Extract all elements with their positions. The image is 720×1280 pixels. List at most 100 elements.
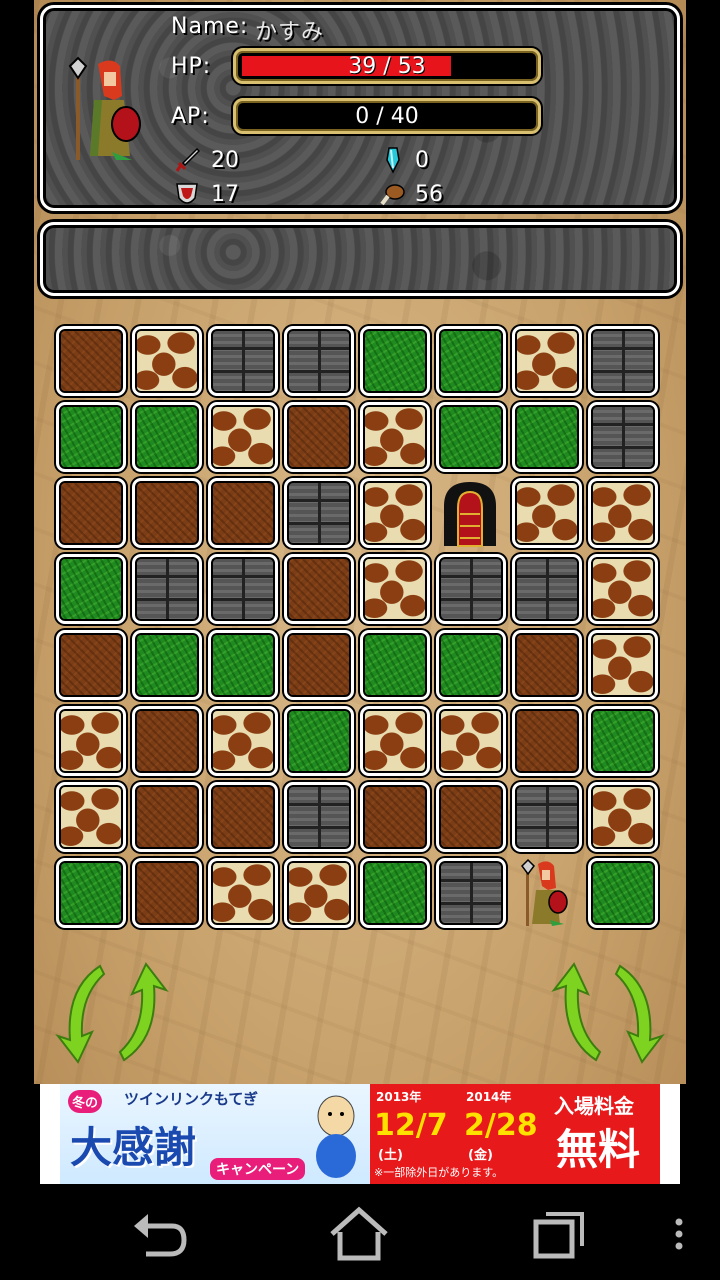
name-label: Name:: [171, 14, 249, 39]
tile-grass[interactable]: [360, 326, 430, 396]
tile-stone[interactable]: [512, 554, 582, 624]
tile-grass[interactable]: [132, 402, 202, 472]
tile-grass[interactable]: [56, 554, 126, 624]
tile-spots[interactable]: [512, 326, 582, 396]
tile-dirt[interactable]: [284, 554, 354, 624]
message-panel: [40, 222, 680, 296]
tile-spots[interactable]: [208, 706, 278, 776]
hp-value: 39 / 53: [348, 54, 426, 79]
tile-dirt[interactable]: [284, 402, 354, 472]
tile-stone[interactable]: [208, 326, 278, 396]
tile-dirt[interactable]: [56, 326, 126, 396]
tile-dirt[interactable]: [512, 630, 582, 700]
door-icon: [444, 482, 496, 547]
tile-spots[interactable]: [436, 706, 506, 776]
tile-spots[interactable]: [56, 782, 126, 852]
rotate-right-button[interactable]: [548, 958, 668, 1068]
tile-dirt[interactable]: [56, 478, 126, 548]
tile-grass[interactable]: [436, 326, 506, 396]
tile-dirt[interactable]: [208, 782, 278, 852]
tile-stone[interactable]: [588, 326, 658, 396]
tile-dirt[interactable]: [56, 630, 126, 700]
home-button[interactable]: [324, 1204, 394, 1264]
tile-grass[interactable]: [436, 630, 506, 700]
tile-dirt[interactable]: [284, 630, 354, 700]
hp-label: HP:: [171, 54, 212, 79]
tile-stone[interactable]: [512, 782, 582, 852]
tile-grass[interactable]: [284, 706, 354, 776]
tile-grass[interactable]: [56, 402, 126, 472]
ad-badge: 冬の: [68, 1090, 103, 1113]
back-button[interactable]: [124, 1204, 194, 1264]
overflow-menu-icon[interactable]: [664, 1204, 694, 1264]
tile-spots[interactable]: [208, 858, 278, 928]
food-icon: [380, 184, 405, 206]
ad-date-start: 12/7: [374, 1108, 448, 1143]
tile-spots[interactable]: [208, 402, 278, 472]
tile-dirt[interactable]: [132, 782, 202, 852]
ad-right-main: 無料: [556, 1125, 641, 1174]
ad-banner[interactable]: ツインリンクもてぎ 冬の 大感謝 キャンペーン 2013年 12/7 (土) 2…: [40, 1084, 680, 1184]
tile-dirt[interactable]: [512, 706, 582, 776]
ad-date-end: 2/28: [464, 1108, 538, 1143]
tile-grass[interactable]: [360, 858, 430, 928]
tile-grass[interactable]: [588, 706, 658, 776]
tile-grass[interactable]: [132, 630, 202, 700]
ad-day-start: (土): [378, 1148, 403, 1163]
tile-dirt[interactable]: [208, 478, 278, 548]
ap-label: AP:: [171, 104, 210, 129]
tile-grass[interactable]: [360, 630, 430, 700]
tile-spots[interactable]: [284, 858, 354, 928]
ap-bar: 0 / 40: [233, 98, 541, 134]
tile-stone[interactable]: [588, 402, 658, 472]
tile-dirt[interactable]: [132, 858, 202, 928]
tile-spots[interactable]: [588, 554, 658, 624]
tile-spots[interactable]: [360, 478, 430, 548]
tile-spots[interactable]: [360, 554, 430, 624]
ad-sub-text: キャンペーン: [210, 1158, 306, 1180]
tile-spots[interactable]: [588, 478, 658, 548]
character-portrait: [68, 56, 141, 160]
ad-left-area: ツインリンクもてぎ 冬の 大感謝 キャンペーン: [60, 1084, 370, 1184]
tile-dirt[interactable]: [132, 706, 202, 776]
tile-grass[interactable]: [56, 858, 126, 928]
ad-day-end: (金): [468, 1148, 493, 1163]
gem-value: 0: [415, 148, 429, 173]
sword-icon: [175, 147, 201, 172]
tile-stone[interactable]: [284, 326, 354, 396]
tile-grass[interactable]: [208, 630, 278, 700]
rotate-left-button[interactable]: [52, 958, 172, 1068]
tile-stone[interactable]: [284, 478, 354, 548]
tile-dirt[interactable]: [436, 782, 506, 852]
tile-spots[interactable]: [588, 782, 658, 852]
tile-spots[interactable]: [56, 706, 126, 776]
character-name: かすみ: [255, 20, 325, 45]
mascot-icon: [316, 1095, 356, 1178]
tile-spots[interactable]: [360, 706, 430, 776]
ap-value: 0 / 40: [355, 104, 419, 129]
player-icon: [521, 858, 568, 926]
tile-spots[interactable]: [588, 630, 658, 700]
tile-stone[interactable]: [436, 858, 506, 928]
tile-stone[interactable]: [208, 554, 278, 624]
tile-spots[interactable]: [360, 402, 430, 472]
player-tile[interactable]: [512, 858, 582, 928]
tile-dirt[interactable]: [132, 478, 202, 548]
door-tile[interactable]: [436, 478, 506, 548]
ad-main-text: 大感謝: [70, 1123, 197, 1172]
ad-top-line: ツインリンクもてぎ: [124, 1090, 258, 1108]
defense-value: 17: [211, 182, 239, 207]
tile-stone[interactable]: [284, 782, 354, 852]
ad-right-area: 2013年 12/7 (土) 2014年 2/28 (金) 入場料金 無料 ※一…: [370, 1084, 660, 1184]
tile-stone[interactable]: [132, 554, 202, 624]
tile-grass[interactable]: [588, 858, 658, 928]
tile-spots[interactable]: [512, 478, 582, 548]
tile-board: [56, 326, 666, 934]
tile-spots[interactable]: [132, 326, 202, 396]
ad-year-end: 2014年: [466, 1090, 512, 1104]
tile-dirt[interactable]: [360, 782, 430, 852]
tile-grass[interactable]: [436, 402, 506, 472]
recent-apps-button[interactable]: [524, 1204, 594, 1264]
tile-stone[interactable]: [436, 554, 506, 624]
tile-grass[interactable]: [512, 402, 582, 472]
